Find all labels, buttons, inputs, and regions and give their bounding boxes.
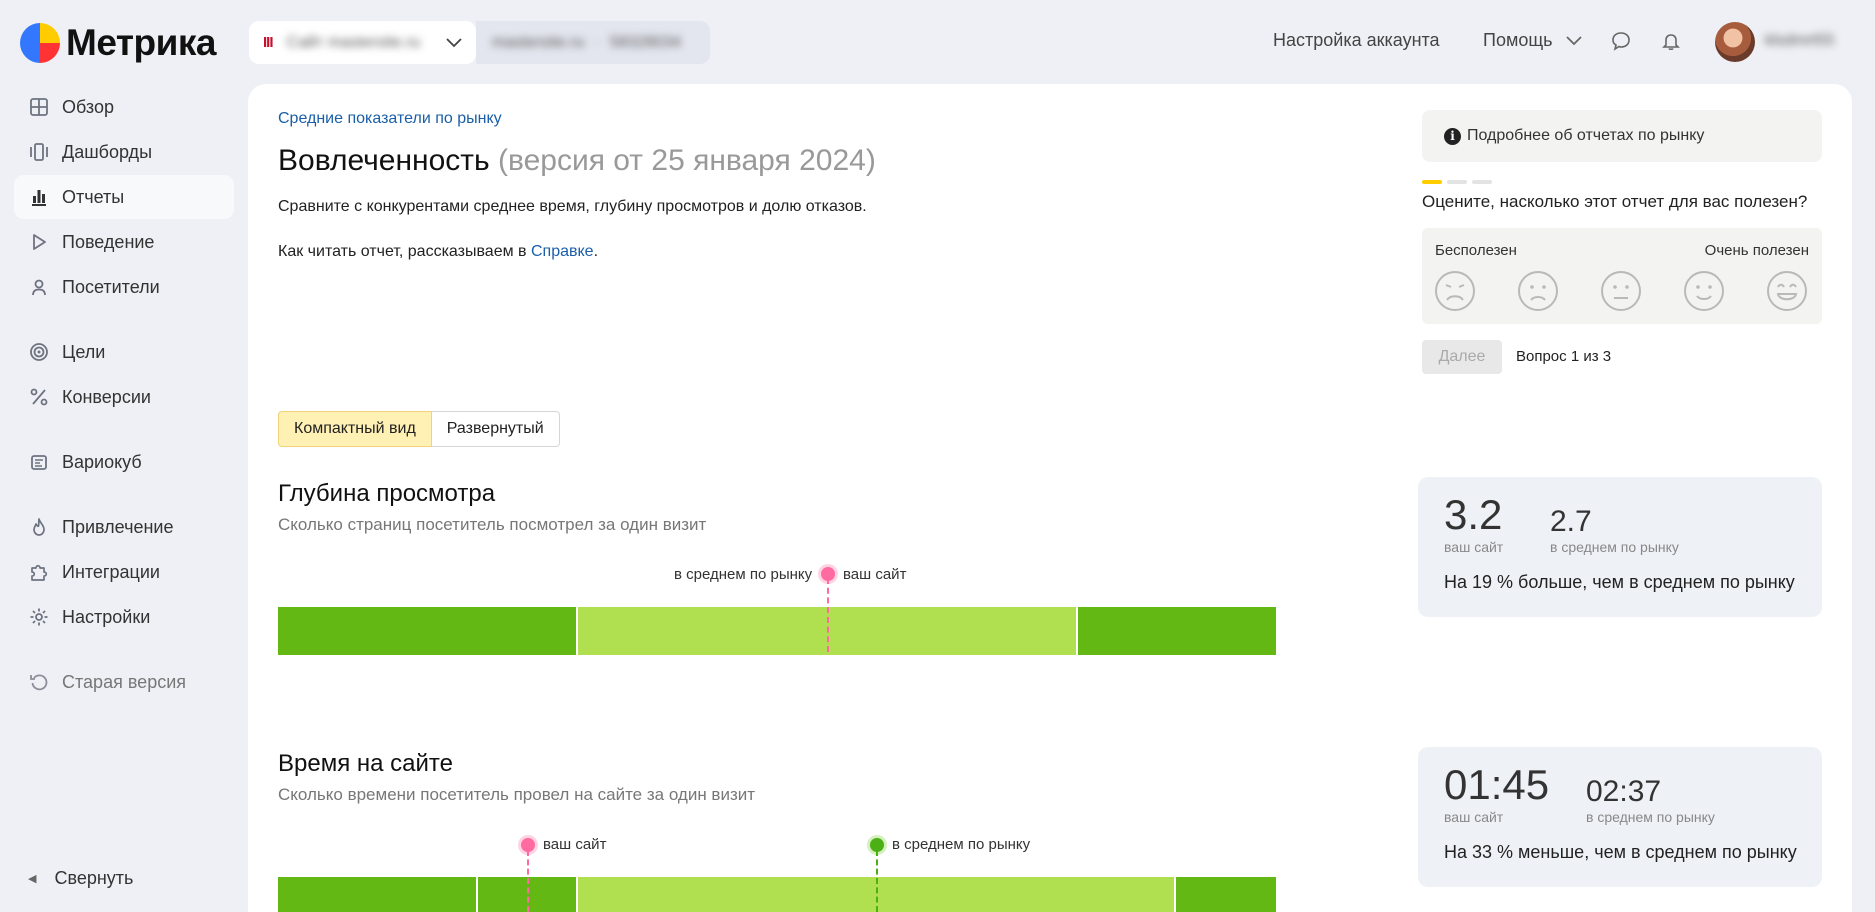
depth-distribution-bar xyxy=(278,607,1276,655)
survey-progress xyxy=(1422,180,1492,184)
page-title: Вовлеченность (версия от 25 января 2024) xyxy=(278,144,876,177)
depth-section-subtitle: Сколько страниц посетитель посмотрел за … xyxy=(278,515,707,534)
depth-market-caption: в среднем по рынку xyxy=(1550,539,1679,555)
time-site-caption: ваш сайт xyxy=(1444,809,1504,825)
expanded-view-button[interactable]: Развернутый xyxy=(431,411,560,447)
depth-site-value: 3.2 xyxy=(1444,491,1503,538)
view-switch: Компактный вид Развернутый xyxy=(278,411,560,447)
next-button[interactable]: Далее xyxy=(1422,340,1502,374)
username[interactable]: klsdmrt55 xyxy=(1765,32,1834,50)
cube-icon xyxy=(28,451,50,473)
chat-icon[interactable] xyxy=(1610,30,1632,52)
help-link[interactable]: Справке xyxy=(531,243,594,260)
time-distribution-bar xyxy=(278,877,1276,912)
reports-icon xyxy=(28,186,50,208)
depth-site-label: ваш сайт xyxy=(843,566,907,583)
face-happy-icon[interactable] xyxy=(1683,270,1725,312)
page-title-version: (версия от 25 января 2024) xyxy=(497,144,876,177)
time-bar-segment-4 xyxy=(1176,877,1276,912)
chevron-down-icon xyxy=(1565,33,1582,49)
face-very-sad-icon[interactable] xyxy=(1434,270,1476,312)
rating-max-label: Очень полезен xyxy=(1704,242,1809,259)
percent-icon xyxy=(28,386,50,408)
face-neutral-icon[interactable] xyxy=(1600,270,1642,312)
chevron-down-icon xyxy=(446,35,462,51)
sidebar-item-old-version[interactable]: Старая версия xyxy=(14,660,234,704)
sidebar-item-conversions[interactable]: Конверсии xyxy=(14,375,234,419)
time-site-label: ваш сайт xyxy=(543,836,607,853)
page-description: Сравните с конкурентами среднее время, г… xyxy=(278,198,867,215)
counter-domain: mastersite.ru xyxy=(492,33,585,51)
survey-question: Оцените, насколько этот отчет для вас по… xyxy=(1422,192,1808,211)
breadcrumb[interactable]: Средние показатели по рынку xyxy=(278,110,502,128)
question-counter: Вопрос 1 из 3 xyxy=(1516,348,1612,365)
metrika-logo-icon xyxy=(20,23,60,63)
sidebar-item-variocube[interactable]: Вариокуб xyxy=(14,440,234,484)
sidebar-item-goals[interactable]: Цели xyxy=(14,330,234,374)
account-settings-link[interactable]: Настройка аккаунта xyxy=(1273,30,1440,51)
metrika-logo[interactable]: Метрика xyxy=(20,22,216,64)
counter-info: mastersite.ru · 58328034 xyxy=(476,21,710,64)
time-site-line xyxy=(527,850,529,912)
depth-market-label: в среднем по рынку xyxy=(674,566,813,583)
depth-market-value: 2.7 xyxy=(1550,505,1592,538)
undo-icon xyxy=(28,671,50,693)
howto-text: Как читать отчет, рассказываем в Справке… xyxy=(278,243,599,260)
sidebar-item-acquisition[interactable]: Привлечение xyxy=(14,505,234,549)
face-very-happy-icon[interactable] xyxy=(1766,270,1808,312)
time-market-caption: в среднем по рынку xyxy=(1586,809,1715,825)
sidebar-item-visitors[interactable]: Посетители xyxy=(14,265,234,309)
depth-comparison: На 19 % больше, чем в среднем по рынку xyxy=(1444,572,1795,592)
counter-bars-icon: III xyxy=(263,34,273,51)
info-icon: i xyxy=(1444,127,1461,145)
time-market-value: 02:37 xyxy=(1586,775,1662,808)
target-icon xyxy=(28,341,50,363)
gear-icon xyxy=(28,606,50,628)
time-site-value: 01:45 xyxy=(1444,761,1550,808)
rating-min-label: Бесполезен xyxy=(1435,242,1517,259)
logo-text: Метрика xyxy=(66,22,216,63)
sidebar-item-settings[interactable]: Настройки xyxy=(14,595,234,639)
sidebar-item-integrations[interactable]: Интеграции xyxy=(14,550,234,594)
face-sad-icon[interactable] xyxy=(1517,270,1559,312)
time-section-subtitle: Сколько времени посетитель провел на сай… xyxy=(278,785,756,804)
depth-section-title: Глубина просмотра xyxy=(278,480,496,507)
depth-site-caption: ваш сайт xyxy=(1444,539,1504,555)
time-stat-card: 01:45 ваш сайт 02:37 в среднем по рынку … xyxy=(1418,747,1822,887)
sidebar-item-behavior[interactable]: Поведение xyxy=(14,220,234,264)
play-icon xyxy=(28,231,50,253)
user-icon xyxy=(28,276,50,298)
depth-site-line xyxy=(827,578,829,652)
counter-id: 58328034 xyxy=(609,33,681,51)
time-market-label: в среднем по рынку xyxy=(892,836,1031,853)
bell-icon[interactable] xyxy=(1660,30,1682,52)
dashboards-icon xyxy=(28,141,50,163)
help-menu[interactable]: Помощь xyxy=(1483,30,1582,51)
depth-bar-segment-low xyxy=(278,607,576,655)
rating-box: Бесполезен Очень полезен xyxy=(1422,228,1822,324)
triangle-left-icon: ◀ xyxy=(28,873,37,885)
time-section-title: Время на сайте xyxy=(278,750,453,777)
time-bar-segment-1 xyxy=(278,877,476,912)
avatar[interactable] xyxy=(1715,22,1755,62)
depth-bar-segment-high xyxy=(1078,607,1276,655)
help-label: Помощь xyxy=(1483,30,1553,50)
counter-select[interactable]: III Сайт mastersite.ru xyxy=(249,21,476,64)
fire-icon xyxy=(28,516,50,538)
time-comparison: На 33 % меньше, чем в среднем по рынку xyxy=(1444,842,1797,862)
compact-view-button[interactable]: Компактный вид xyxy=(278,411,432,447)
time-market-line xyxy=(876,850,878,912)
counter-name: Сайт mastersite.ru xyxy=(286,33,421,51)
collapse-sidebar-button[interactable]: ◀ Свернуть xyxy=(28,868,133,889)
grid-icon xyxy=(28,96,50,118)
sidebar-item-overview[interactable]: Обзор xyxy=(14,85,234,129)
sidebar-item-reports[interactable]: Отчеты xyxy=(14,175,234,219)
market-reports-info[interactable]: i Подробнее об отчетах по рынку xyxy=(1422,110,1822,162)
sidebar-item-dashboards[interactable]: Дашборды xyxy=(14,130,234,174)
depth-stat-card: 3.2 ваш сайт 2.7 в среднем по рынку На 1… xyxy=(1418,477,1822,617)
puzzle-icon xyxy=(28,561,50,583)
